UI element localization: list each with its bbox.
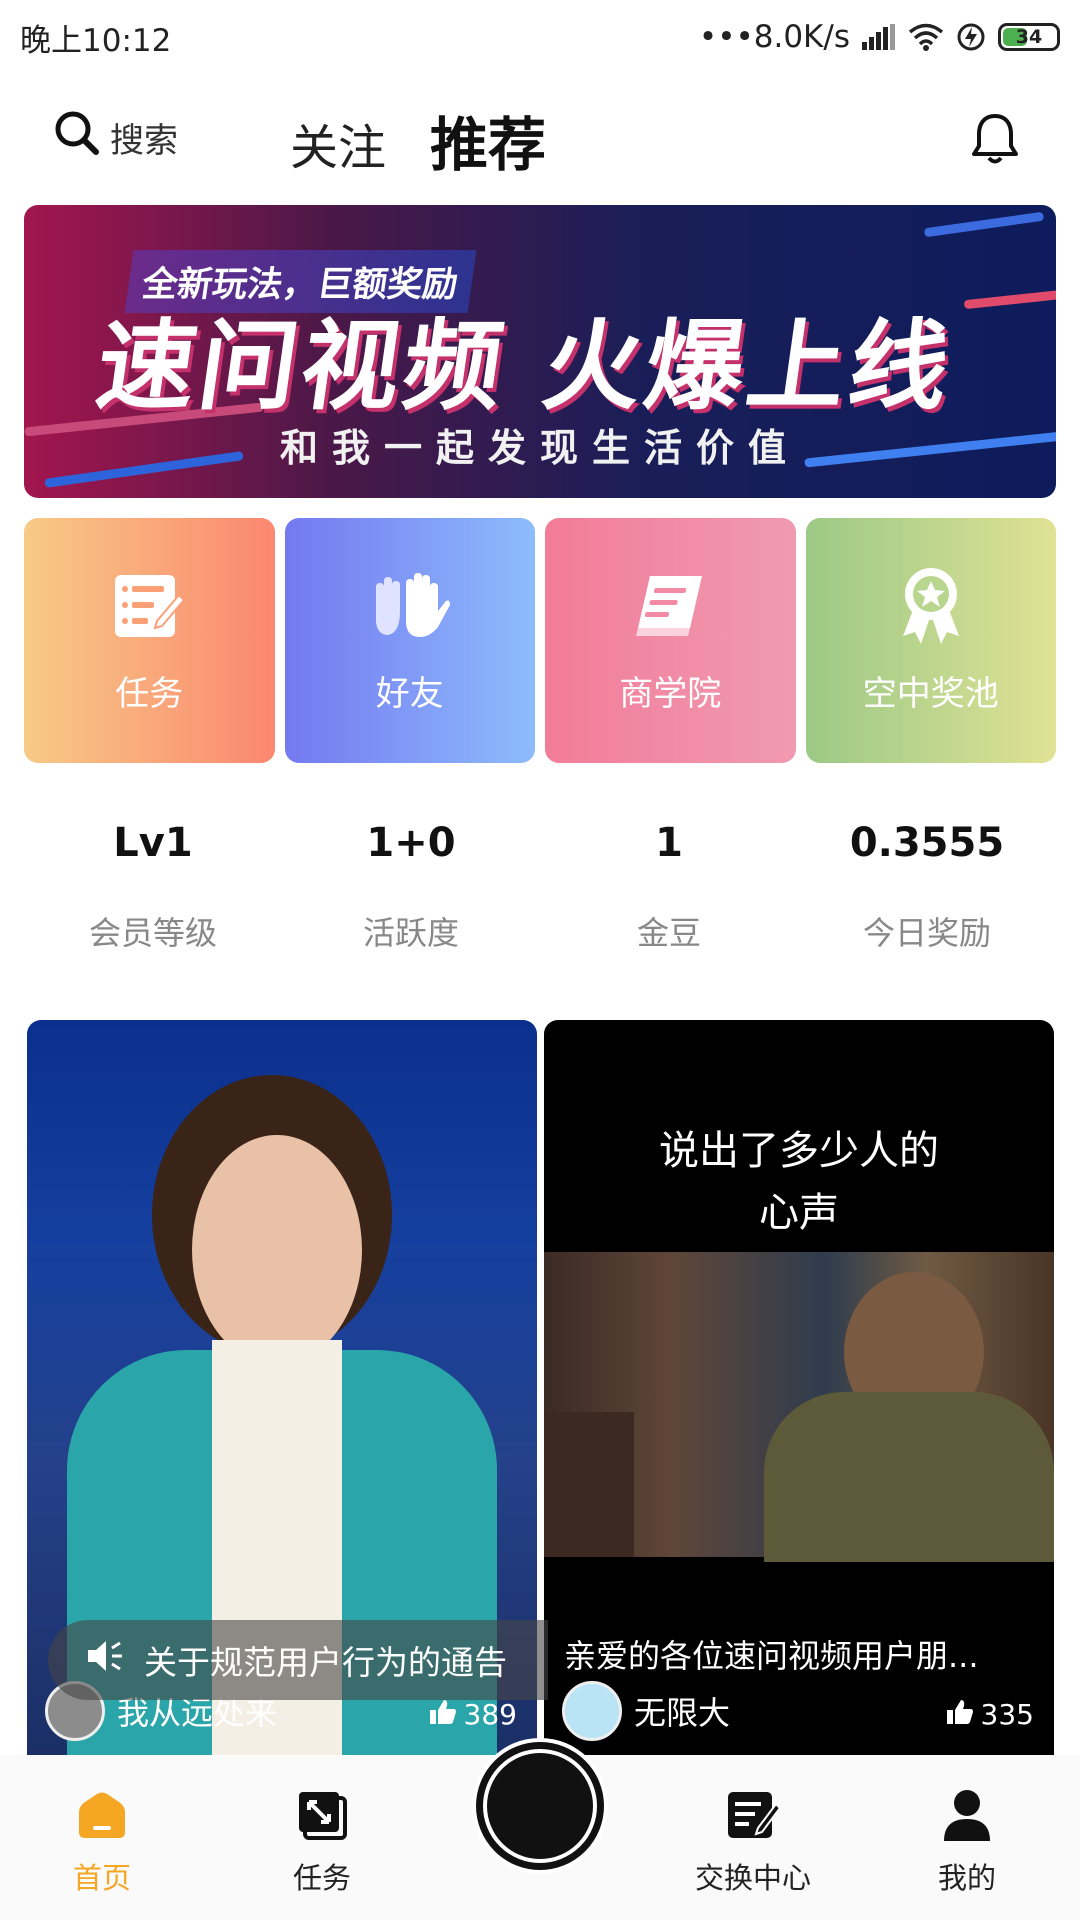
stat-label: 金豆 xyxy=(636,914,701,952)
stat-label: 活跃度 xyxy=(362,914,459,952)
status-icons: •••8.0K/s 34 xyxy=(699,19,1060,55)
video-card[interactable]: 说出了多少人的 心声 亲爱的各位速问视频用户朋... 无限大 335 xyxy=(544,1020,1054,1755)
overlay-line: 心声 xyxy=(759,1190,839,1236)
announcement-ticker[interactable]: 关于规范用户行为的通告 xyxy=(48,1620,548,1700)
video-thumbnail xyxy=(544,1252,1054,1562)
search-button[interactable]: 搜索 xyxy=(54,110,178,165)
tile-friends[interactable]: 好友 xyxy=(284,518,535,763)
hands-icon xyxy=(370,566,450,646)
status-bar: 晚上10:12 •••8.0K/s 34 xyxy=(0,0,1080,74)
card-caption: 亲爱的各位速问视频用户朋... xyxy=(564,1637,979,1675)
stat-gold-beans[interactable]: 1 金豆 xyxy=(540,820,798,970)
search-icon xyxy=(54,110,100,165)
stat-member-level[interactable]: Lv1 会员等级 xyxy=(24,820,282,970)
task-expand-icon xyxy=(292,1785,352,1845)
like-count[interactable]: 389 xyxy=(429,1698,517,1731)
network-speed: •••8.0K/s xyxy=(698,19,850,55)
author-name: 无限大 xyxy=(634,1694,731,1732)
card-author[interactable]: 无限大 xyxy=(562,1681,730,1741)
search-label: 搜索 xyxy=(110,121,178,161)
stat-value: 1 xyxy=(655,820,683,866)
signal-icon xyxy=(862,24,896,50)
tab-follow[interactable]: 关注 xyxy=(290,108,386,178)
video-overlay-text: 说出了多少人的 心声 xyxy=(544,1120,1054,1244)
wifi-icon xyxy=(908,23,944,51)
like-value: 335 xyxy=(980,1698,1034,1731)
nav-task[interactable]: 任务 xyxy=(292,1785,352,1897)
like-value: 389 xyxy=(463,1698,517,1731)
stat-value: 1+0 xyxy=(366,820,456,866)
like-count[interactable]: 335 xyxy=(946,1698,1034,1731)
banner-subline: 和我一起发现生活价值 xyxy=(279,426,800,470)
home-icon xyxy=(72,1785,132,1845)
stat-value: 0.3555 xyxy=(849,820,1005,866)
battery-level: 34 xyxy=(1015,26,1043,48)
promo-banner[interactable]: 全新玩法，巨额奖励 速问视频 火爆上线 和我一起发现生活价值 xyxy=(24,205,1056,498)
speaker-icon xyxy=(86,1638,126,1682)
nav-home[interactable]: 首页 xyxy=(72,1785,132,1897)
award-badge-icon xyxy=(891,566,971,646)
tile-label: 好友 xyxy=(375,674,444,714)
tile-business-school[interactable]: 商学院 xyxy=(545,518,796,763)
nav-label: 交换中心 xyxy=(695,1861,812,1895)
announcement-text: 关于规范用户行为的通告 xyxy=(144,1643,507,1682)
record-core xyxy=(487,1753,593,1859)
status-time: 晚上10:12 xyxy=(20,22,172,59)
tile-label: 空中奖池 xyxy=(862,674,999,714)
nav-label: 我的 xyxy=(937,1861,996,1895)
user-icon xyxy=(937,1785,997,1845)
thumbs-up-icon xyxy=(429,1698,456,1731)
tile-prize-pool[interactable]: 空中奖池 xyxy=(805,518,1056,763)
top-bar: 搜索 关注 推荐 xyxy=(0,90,1080,190)
record-ring xyxy=(476,1742,604,1870)
nav-label: 任务 xyxy=(292,1861,351,1895)
tile-label: 任务 xyxy=(115,674,184,714)
overlay-line: 说出了多少人的 xyxy=(659,1128,939,1174)
charging-icon xyxy=(956,22,986,52)
battery-icon: 34 xyxy=(998,23,1060,51)
stat-today-reward[interactable]: 0.3555 今日奖励 xyxy=(798,820,1056,970)
tile-label: 商学院 xyxy=(619,674,722,714)
user-stats: Lv1 会员等级 1+0 活跃度 1 金豆 0.3555 今日奖励 xyxy=(24,820,1056,970)
thumbs-up-icon xyxy=(946,1698,973,1731)
nav-exchange-center[interactable]: 交换中心 xyxy=(695,1785,811,1897)
tab-recommend[interactable]: 推荐 xyxy=(430,98,546,182)
book-icon xyxy=(630,566,710,646)
avatar xyxy=(562,1681,622,1741)
nav-profile[interactable]: 我的 xyxy=(937,1785,997,1897)
record-button[interactable] xyxy=(472,1738,608,1874)
notification-bell-icon[interactable] xyxy=(970,112,1020,170)
stat-label: 今日奖励 xyxy=(862,914,991,952)
stat-label: 会员等级 xyxy=(88,914,217,952)
stat-value: Lv1 xyxy=(113,820,193,866)
stat-activity[interactable]: 1+0 活跃度 xyxy=(282,820,540,970)
exchange-list-icon xyxy=(723,1785,783,1845)
quick-tiles: 任务 好友 商学院 空中奖池 xyxy=(24,518,1056,763)
nav-label: 首页 xyxy=(72,1861,131,1895)
banner-headline: 速问视频 火爆上线 xyxy=(89,310,960,424)
tile-task[interactable]: 任务 xyxy=(24,518,275,763)
task-list-icon xyxy=(109,566,189,646)
